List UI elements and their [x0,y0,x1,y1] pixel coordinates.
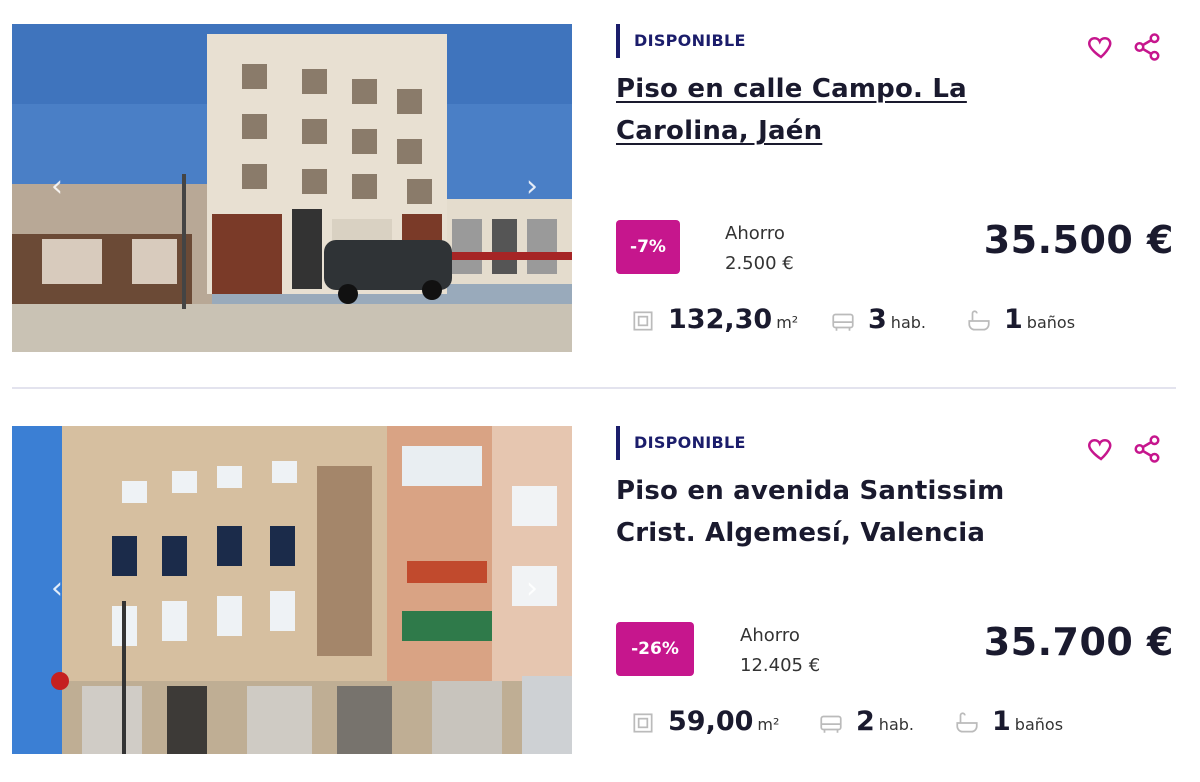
chevron-left-icon[interactable]: ‹ [42,574,72,604]
saving-label: Ahorro [740,625,800,646]
price: 35.500 € [983,218,1174,262]
building-photo [12,426,572,754]
status-badge: DISPONIBLE [616,24,746,58]
chevron-left-icon[interactable]: ‹ [42,172,72,202]
rooms-feature: 3 hab. [830,304,926,335]
area-feature: 132,30 m² [630,304,798,335]
area-feature: 59,00 m² [630,706,779,737]
bed-icon [830,308,856,334]
area-icon [630,308,656,334]
rooms-feature: 2 hab. [818,706,914,737]
bed-icon [818,710,844,736]
heart-icon[interactable] [1086,32,1116,62]
discount-badge: -7% [616,220,680,274]
bathtub-icon [966,308,992,334]
chevron-right-icon[interactable]: › [517,172,547,202]
listing-photo[interactable]: ‹ › [12,426,572,754]
listing-title-link[interactable]: Piso en calle Campo. La Carolina, Jaén [616,68,1016,152]
discount-badge: -26% [616,622,694,676]
listing-card: ‹ › DISPONIBLE Piso en calle Campo. La C… [0,22,1200,362]
share-icon[interactable] [1132,434,1162,464]
share-icon[interactable] [1132,32,1162,62]
listing-photo[interactable]: ‹ › [12,24,572,352]
listing-title-link[interactable]: Piso en avenida Santissim Crist. Algemes… [616,470,1016,554]
chevron-right-icon[interactable]: › [517,574,547,604]
divider [12,387,1176,389]
price: 35.700 € [983,620,1174,664]
baths-feature: 1 baños [954,706,1063,737]
building-photo [12,24,572,352]
baths-feature: 1 baños [966,304,1075,335]
saving-label: Ahorro [725,223,785,244]
saving-value: 2.500 € [725,253,794,274]
listing-card: ‹ › DISPONIBLE Piso en avenida Santissim… [0,424,1200,764]
area-icon [630,710,656,736]
status-badge: DISPONIBLE [616,426,746,460]
saving-value: 12.405 € [740,655,821,676]
heart-icon[interactable] [1086,434,1116,464]
bathtub-icon [954,710,980,736]
